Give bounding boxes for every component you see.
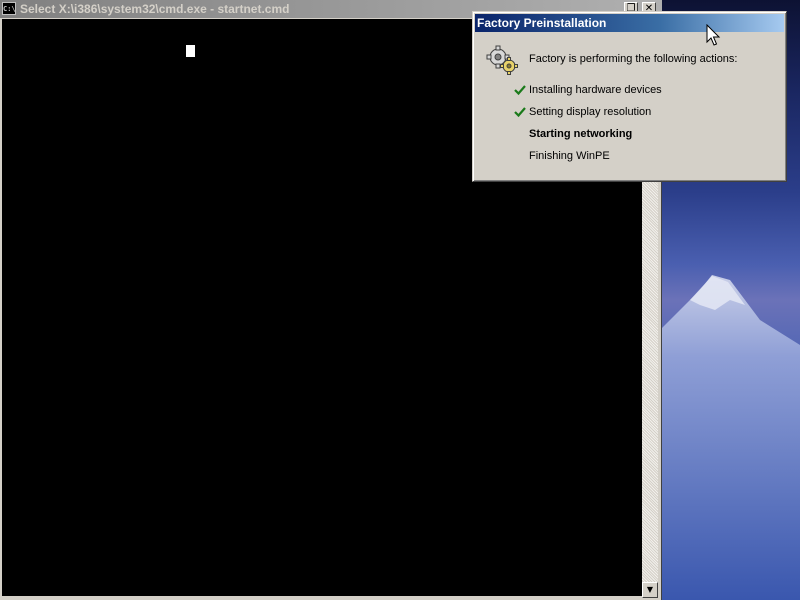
step-label: Installing hardware devices	[529, 84, 662, 96]
step-starting-networking: Starting networking	[513, 127, 773, 143]
step-setting-display: Setting display resolution	[513, 105, 773, 121]
factory-dialog-header: Factory is performing the following acti…	[529, 53, 738, 65]
gears-icon	[486, 45, 518, 75]
mouse-pointer-icon	[706, 24, 721, 46]
factory-preinstallation-dialog[interactable]: Factory Preinstallation Factory is perfo…	[472, 11, 787, 182]
step-label: Setting display resolution	[529, 106, 652, 118]
step-finishing-winpe: Finishing WinPE	[513, 149, 773, 165]
checkmark-icon	[514, 85, 526, 96]
cmd-window-title: Select X:\i386\system32\cmd.exe - startn…	[20, 2, 290, 16]
step-label-current: Starting networking	[529, 128, 633, 140]
checkmark-icon	[514, 107, 526, 118]
step-installing-hardware: Installing hardware devices	[513, 83, 773, 99]
text-cursor	[186, 45, 195, 57]
step-label: Finishing WinPE	[529, 150, 610, 162]
factory-dialog-titlebar[interactable]: Factory Preinstallation	[475, 14, 784, 32]
scroll-down-button[interactable]: ▼	[642, 582, 658, 598]
console-icon[interactable]: C:\	[2, 2, 16, 15]
